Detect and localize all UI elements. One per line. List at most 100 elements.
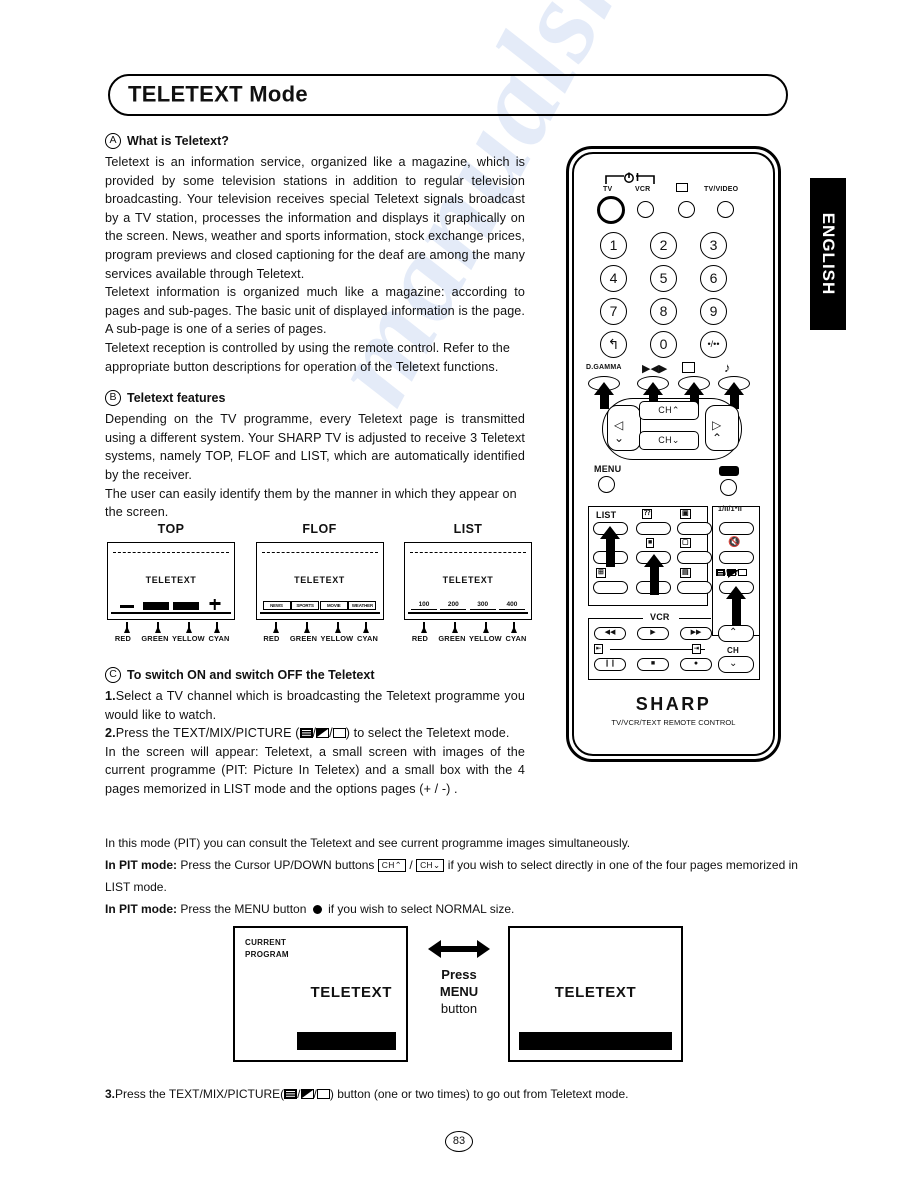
wide-mode-button[interactable] <box>720 479 737 496</box>
label-sound-mode: 1/II/1*II <box>718 506 742 513</box>
key-0[interactable]: 0 <box>650 331 677 358</box>
key-5[interactable]: 5 <box>650 265 677 292</box>
list-page-green: 200 <box>440 601 467 610</box>
list-page-red: 100 <box>411 601 437 610</box>
demo-black-bar-left <box>297 1032 396 1050</box>
rewind-button[interactable]: ◀◀ <box>594 627 626 640</box>
vcr-button[interactable] <box>637 201 654 218</box>
label-dgamma: D.GAMMA <box>586 364 622 371</box>
screen-size-button[interactable] <box>678 201 695 218</box>
channel-down-label: CH <box>658 435 672 445</box>
list-page-yellow: 300 <box>469 601 496 610</box>
key-4[interactable]: 4 <box>600 265 627 292</box>
arrow-head-icon <box>483 626 489 633</box>
subpage-button[interactable] <box>677 522 712 535</box>
key-recall[interactable]: ↰ <box>600 331 627 358</box>
fast-forward-button[interactable]: ▶▶ <box>680 627 712 640</box>
pit-line3-post: if you wish to select NORMAL size. <box>328 902 515 916</box>
pause-button[interactable]: ❙❙ <box>594 658 626 671</box>
screen-teletext-label-flof: TELETEXT <box>294 575 345 585</box>
channel-up-label: CH <box>658 405 672 415</box>
menu-toggle-arrow-group: Press MENU button <box>423 940 495 1017</box>
key-7[interactable]: 7 <box>600 298 627 325</box>
arrow-head-icon <box>362 626 369 633</box>
sound-mode-button[interactable] <box>719 522 754 535</box>
screen-icon <box>676 183 688 192</box>
key-dash[interactable]: •/•• <box>700 331 727 358</box>
label-list: LIST <box>596 510 617 520</box>
dash-mark-icon <box>120 605 134 608</box>
skip-icon: ▶◀▶ <box>642 363 668 375</box>
key-1[interactable]: 1 <box>600 232 627 259</box>
play-button[interactable]: ▶ <box>637 627 669 640</box>
screen-dashed-line <box>261 552 378 553</box>
pit-line2-mid: / <box>409 858 413 872</box>
mute-button[interactable] <box>719 551 754 564</box>
color-label-red: RED <box>263 634 280 643</box>
section-a-heading: A What is Teletext? <box>105 133 525 149</box>
screen-bottom-marks-top <box>114 599 228 610</box>
arrow-head-icon <box>124 626 130 633</box>
section-b-heading-text: Teletext features <box>127 391 226 406</box>
enlarge-button[interactable] <box>677 551 712 564</box>
brand-logo: SHARP <box>635 694 712 714</box>
stop-button[interactable]: ■ <box>637 658 669 671</box>
record-button[interactable]: ● <box>680 658 712 671</box>
arrow-head-icon <box>452 626 458 633</box>
right-chevron-icon: ▷ <box>712 418 722 432</box>
section-a-paragraph-3: Teletext reception is controlled by usin… <box>105 340 511 374</box>
section-a-heading-text: What is Teletext? <box>127 134 229 148</box>
ch-up-keycap[interactable]: CH⌃ <box>377 859 407 872</box>
demo-screen-normal: TELETEXT <box>508 926 683 1062</box>
callout-arrow-list-icon <box>600 526 620 567</box>
demo-teletext-label-right: TELETEXT <box>554 984 637 1001</box>
pit-line2-pre: Press the Cursor UP/DOWN buttons <box>180 858 375 872</box>
key-8[interactable]: 8 <box>650 298 677 325</box>
section-c-step-1: 1.Select a TV channel which is broadcast… <box>105 687 525 724</box>
menu-button-icon <box>312 905 322 914</box>
text-mode-icon <box>284 1089 298 1099</box>
label-vcr: VCR <box>635 186 651 193</box>
callout-arrow-dgamma-icon <box>594 382 614 409</box>
text-mode-icon <box>299 728 313 739</box>
screen-dashed-line <box>410 552 526 553</box>
step-1-text: Select a TV channel which is broadcastin… <box>105 689 525 722</box>
channel-up-button[interactable]: CH⌃ <box>639 401 699 420</box>
page-updown-button[interactable] <box>593 581 628 594</box>
up-chevron-icon: ⌃ <box>712 431 723 445</box>
screen-teletext-label-top: TELETEXT <box>145 575 197 585</box>
reveal-button[interactable] <box>636 522 671 535</box>
key-9[interactable]: 9 <box>700 298 727 325</box>
power-button[interactable] <box>597 196 625 224</box>
section-b-heading: B Teletext features <box>105 390 525 407</box>
ch-down-keycap[interactable]: CH⌄ <box>416 859 445 872</box>
menu-toggle-caption: Press MENU button <box>423 966 495 1017</box>
channel-down-button[interactable]: CH⌄ <box>639 431 699 450</box>
caption-line-1: Press <box>441 967 477 982</box>
key-6[interactable]: 6 <box>700 265 727 292</box>
pit-label-1: In PIT mode: <box>105 858 177 872</box>
up-chevron-icon: ⌃ <box>729 627 738 638</box>
demo-corner-line-1: CURRENT <box>245 938 287 947</box>
reveal-icon: ⁇ <box>642 509 653 519</box>
tv-video-button[interactable] <box>717 201 734 218</box>
pointer-arrows-flof <box>256 620 384 633</box>
screen-bottom-marks-flof: NEWS SPORTS MOVIE WEATHER <box>262 599 377 610</box>
mode-title-flof: FLOF <box>302 522 337 536</box>
down-chevron-icon: ⌄ <box>729 658 738 669</box>
demo-corner-line-2: PROGRAM <box>245 950 289 959</box>
page-number: 83 <box>445 1131 473 1152</box>
key-3[interactable]: 3 <box>700 232 727 259</box>
screen-bottom-marks-list: 100 200 300 400 <box>411 599 525 610</box>
remote-control-illustration: TV VCR TV/VIDEO 1 2 3 4 5 6 7 8 9 ↰ 0 •/… <box>566 146 781 762</box>
pit-note-line-1: In this mode (PIT) you can consult the T… <box>105 836 631 850</box>
color-key-flof: RED GREEN YELLOW CYAN <box>256 634 384 643</box>
index-button[interactable] <box>677 581 712 594</box>
menu-button[interactable] <box>598 476 615 493</box>
key-2[interactable]: 2 <box>650 232 677 259</box>
color-key-list: RED GREEN YELLOW CYAN <box>404 634 532 643</box>
section-c-step-2: 2.Press the TEXT/MIX/PICTURE (/ /) to sel… <box>105 726 510 741</box>
arrow-head-icon <box>334 626 341 633</box>
color-label-yellow: YELLOW <box>172 634 205 643</box>
